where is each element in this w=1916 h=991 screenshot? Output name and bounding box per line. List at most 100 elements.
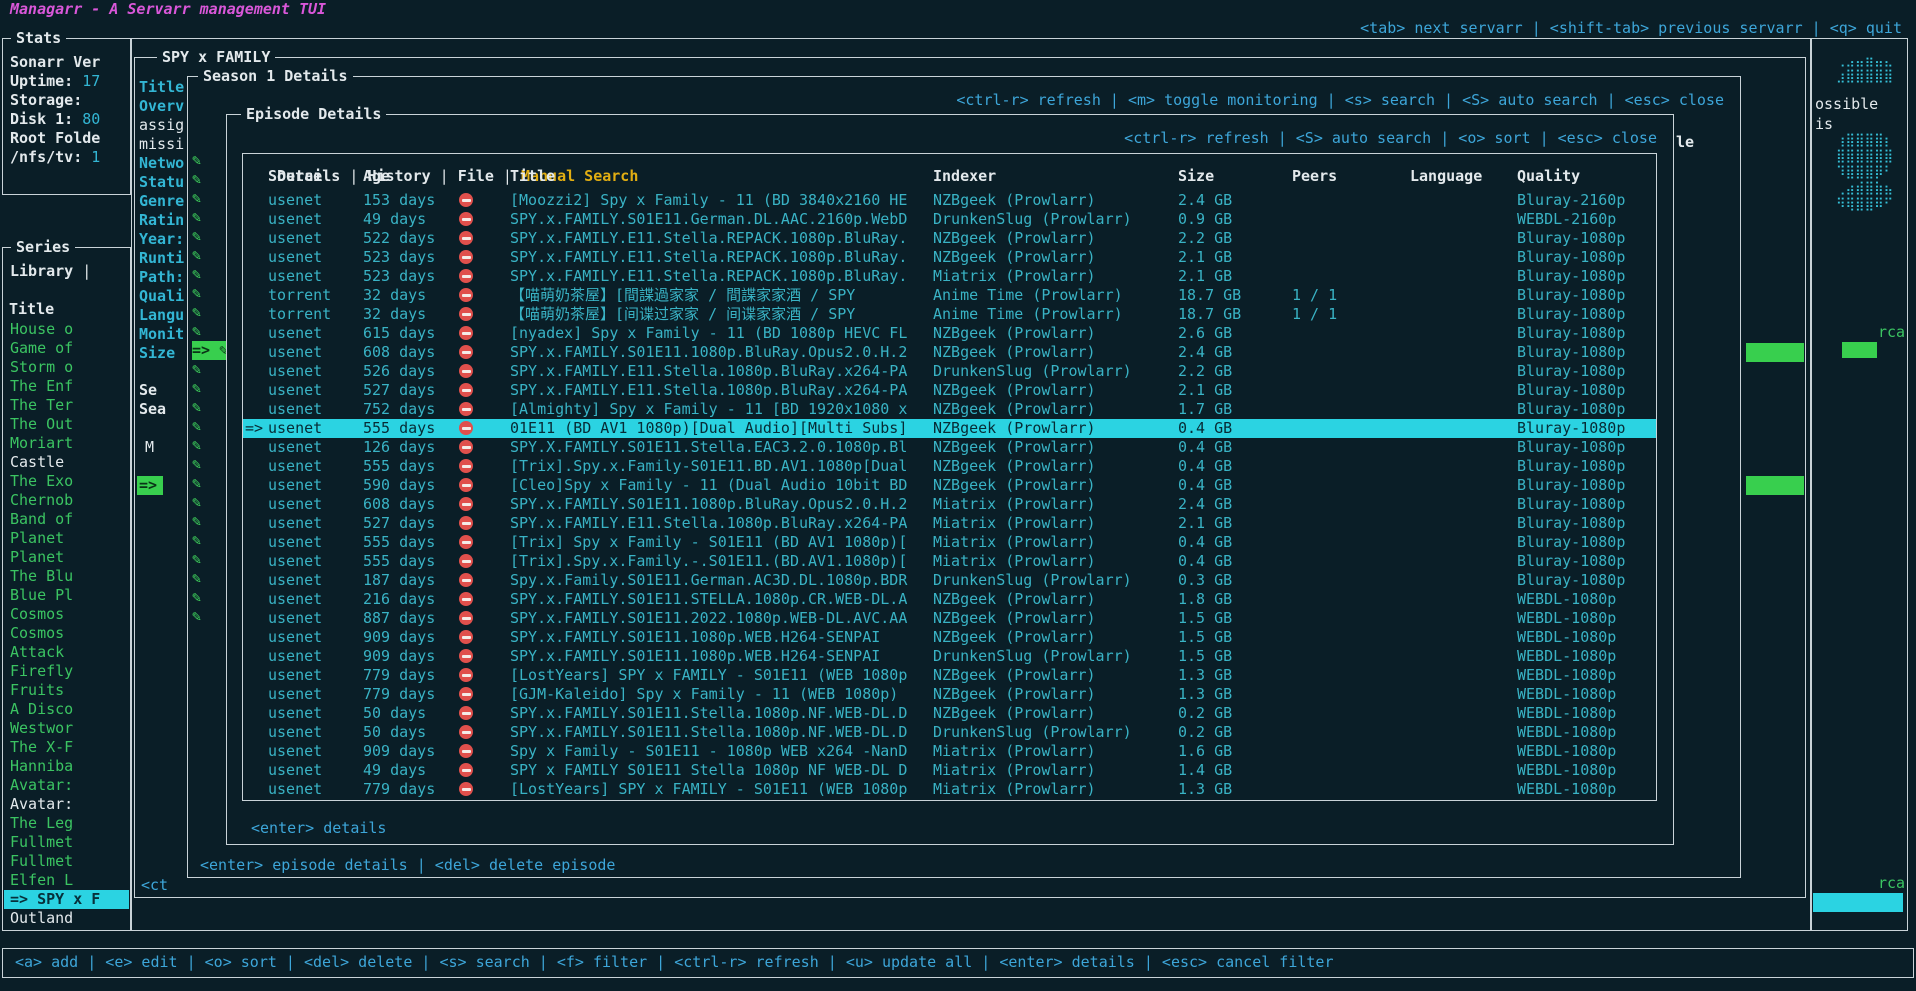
series-list-item[interactable]: Castle <box>4 453 129 472</box>
series-title: The Exo <box>10 472 73 490</box>
release-row[interactable]: usenet 555 days [Trix].Spy.x.Family-S01E… <box>243 457 1656 476</box>
release-source: usenet <box>268 267 363 286</box>
series-list-item[interactable]: The Enf <box>4 377 129 396</box>
release-row[interactable]: usenet 49 days SPY x FAMILY S01E11 Stell… <box>243 761 1656 780</box>
series-list-item[interactable]: The X-F <box>4 738 129 757</box>
release-language <box>1410 381 1517 400</box>
release-row[interactable]: usenet 523 days SPY.x.FAMILY.E11.Stella.… <box>243 248 1656 267</box>
release-row[interactable]: usenet 608 days SPY.x.FAMILY.S01E11.1080… <box>243 495 1656 514</box>
release-row[interactable]: usenet 615 days [nyadex] Spy x Family - … <box>243 324 1656 343</box>
release-row[interactable]: usenet 187 days Spy.x.Family.S01E11.Germ… <box>243 571 1656 590</box>
release-row[interactable]: => usenet 555 days 01E11 (BD AV1 1080p)[… <box>243 419 1656 438</box>
series-list-item[interactable]: Cosmos <box>4 624 129 643</box>
release-size: 0.4 GB <box>1178 476 1292 495</box>
release-row[interactable]: usenet 216 days SPY.x.FAMILY.S01E11.STEL… <box>243 590 1656 609</box>
overview-text-fragment: is <box>1815 115 1833 134</box>
series-list-item[interactable]: House o <box>4 320 129 339</box>
release-row[interactable]: usenet 50 days SPY.x.FAMILY.S01E11.Stell… <box>243 723 1656 742</box>
release-source: usenet <box>268 438 363 457</box>
series-list-item[interactable]: Attack <box>4 643 129 662</box>
release-row[interactable]: torrent 32 days 【喵萌奶茶屋】[間諜過家家 / 間諜家家酒 / … <box>243 286 1656 305</box>
release-row[interactable]: usenet 555 days [Trix].Spy.x.Family.-.S0… <box>243 552 1656 571</box>
series-list-item[interactable]: The Leg <box>4 814 129 833</box>
series-list-item[interactable]: Elfen L <box>4 871 129 890</box>
release-row[interactable]: usenet 153 days [Moozzi2] Spy x Family -… <box>243 191 1656 210</box>
release-row[interactable]: usenet 590 days [Cleo]Spy x Family - 11 … <box>243 476 1656 495</box>
series-detail-field-label: Overv <box>139 97 191 116</box>
release-size: 1.8 GB <box>1178 590 1292 609</box>
series-list-item[interactable]: Moriart <box>4 434 129 453</box>
selected-row-fragment <box>1746 343 1804 362</box>
release-age: 608 days <box>363 495 457 514</box>
release-row[interactable]: usenet 909 days SPY.x.FAMILY.S01E11.1080… <box>243 647 1656 666</box>
release-row[interactable]: usenet 779 days [LostYears] SPY x FAMILY… <box>243 780 1656 799</box>
release-source: usenet <box>268 419 363 438</box>
series-list-item[interactable]: Hanniba <box>4 757 129 776</box>
release-source: usenet <box>268 343 363 362</box>
series-list-item[interactable]: Cosmos <box>4 605 129 624</box>
series-list-item[interactable]: The Exo <box>4 472 129 491</box>
release-size: 2.1 GB <box>1178 381 1292 400</box>
series-list-item[interactable]: Chernob <box>4 491 129 510</box>
release-row[interactable]: usenet 608 days SPY.x.FAMILY.S01E11.1080… <box>243 343 1656 362</box>
series-list-item[interactable]: Avatar: <box>4 776 129 795</box>
release-size: 18.7 GB <box>1178 305 1292 324</box>
release-language <box>1410 495 1517 514</box>
release-row[interactable]: usenet 909 days Spy x Family - S01E11 - … <box>243 742 1656 761</box>
release-row[interactable]: usenet 752 days [Almighty] Spy x Family … <box>243 400 1656 419</box>
series-list-item[interactable]: The Blu <box>4 567 129 586</box>
series-list-item[interactable]: Band of <box>4 510 129 529</box>
release-row[interactable]: usenet 909 days SPY.x.FAMILY.S01E11.1080… <box>243 628 1656 647</box>
release-peers <box>1292 704 1410 723</box>
release-row[interactable]: usenet 523 days SPY.x.FAMILY.E11.Stella.… <box>243 267 1656 286</box>
release-row[interactable]: usenet 526 days SPY.x.FAMILY.E11.Stella.… <box>243 362 1656 381</box>
rejected-icon <box>459 592 473 606</box>
tab-library[interactable]: Library <box>10 262 91 281</box>
series-detail-field-label: Runti <box>139 249 191 268</box>
selection-arrow <box>243 210 268 229</box>
series-list-item[interactable]: Fullmet <box>4 852 129 871</box>
release-indexer: NZBgeek (Prowlarr) <box>933 666 1178 685</box>
release-indexer: DrunkenSlug (Prowlarr) <box>933 647 1178 666</box>
selection-arrow <box>243 362 268 381</box>
release-language <box>1410 343 1517 362</box>
release-row[interactable]: usenet 527 days SPY.x.FAMILY.E11.Stella.… <box>243 514 1656 533</box>
series-list-item[interactable]: A Disco <box>4 700 129 719</box>
series-list-item[interactable]: Firefly <box>4 662 129 681</box>
series-list-item[interactable]: Planet <box>4 529 129 548</box>
release-row[interactable]: usenet 527 days SPY.x.FAMILY.E11.Stella.… <box>243 381 1656 400</box>
release-indexer: Anime Time (Prowlarr) <box>933 305 1178 324</box>
release-row[interactable]: usenet 887 days SPY.x.FAMILY.S01E11.2022… <box>243 609 1656 628</box>
release-size: 1.4 GB <box>1178 761 1292 780</box>
series-list-item[interactable]: The Ter <box>4 396 129 415</box>
release-row[interactable]: usenet 779 days [GJM-Kaleido] Spy x Fami… <box>243 685 1656 704</box>
release-size: 2.2 GB <box>1178 362 1292 381</box>
series-list-item[interactable]: Game of <box>4 339 129 358</box>
release-age: 187 days <box>363 571 457 590</box>
release-age: 523 days <box>363 267 457 286</box>
selection-arrow <box>243 780 268 799</box>
release-row[interactable]: usenet 49 days SPY.x.FAMILY.S01E11.Germa… <box>243 210 1656 229</box>
series-list-item[interactable]: Outland <box>4 909 129 928</box>
selected-season-row-fragment[interactable]: => <box>137 476 163 495</box>
series-list-item[interactable]: Westwor <box>4 719 129 738</box>
release-row[interactable]: usenet 779 days [LostYears] SPY x FAMILY… <box>243 666 1656 685</box>
series-list-item[interactable]: Avatar: <box>4 795 129 814</box>
release-row[interactable]: torrent 32 days 【喵萌奶茶屋】[间谍过家家 / 间谍家家酒 / … <box>243 305 1656 324</box>
release-row[interactable]: usenet 126 days SPY.X.FAMILY.S01E11.Stel… <box>243 438 1656 457</box>
release-title: 【喵萌奶茶屋】[间谍过家家 / 间谍家家酒 / SPY <box>510 305 933 324</box>
release-peers <box>1292 419 1410 438</box>
release-row[interactable]: usenet 522 days SPY.x.FAMILY.E11.Stella.… <box>243 229 1656 248</box>
series-list-item[interactable]: Storm o <box>4 358 129 377</box>
release-row[interactable]: usenet 555 days [Trix] Spy x Family - S0… <box>243 533 1656 552</box>
release-table-header: Source Age Title Indexer Size Peers Lang… <box>243 167 1656 186</box>
series-list-item[interactable]: Blue Pl <box>4 586 129 605</box>
series-list-item[interactable]: => SPY x F <box>4 890 129 909</box>
series-list-item[interactable]: Planet <box>4 548 129 567</box>
series-list-item[interactable]: Fruits <box>4 681 129 700</box>
edit-pencil-icon: ✎ <box>192 360 201 378</box>
series-list-item[interactable]: Fullmet <box>4 833 129 852</box>
series-title: Blue Pl <box>10 586 73 604</box>
series-list-item[interactable]: The Out <box>4 415 129 434</box>
release-row[interactable]: usenet 50 days SPY.x.FAMILY.S01E11.Stell… <box>243 704 1656 723</box>
